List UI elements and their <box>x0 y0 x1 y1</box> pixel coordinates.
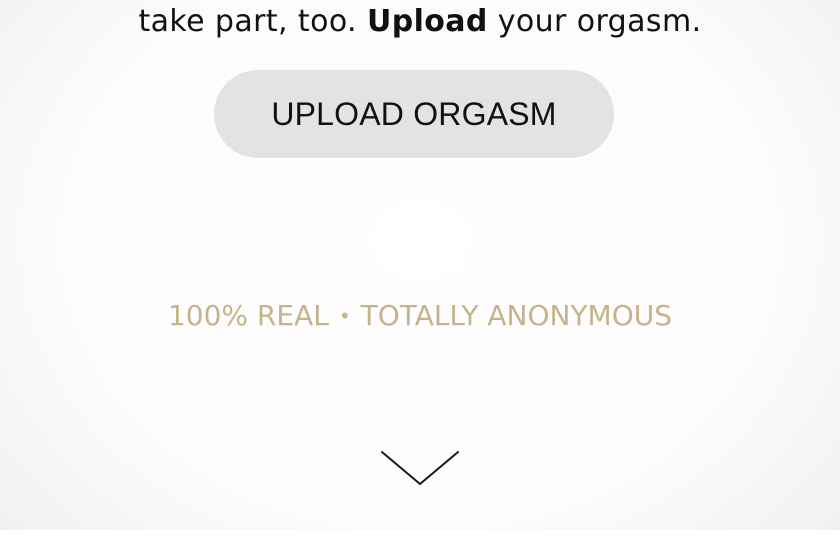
upload-button-label: UPLOAD ORGASM <box>271 95 557 132</box>
chevron-down-icon <box>381 451 459 485</box>
intro-text-before: take part, too. <box>138 4 367 39</box>
tagline-anonymous: TOTALLY ANONYMOUS <box>360 299 673 332</box>
scroll-down-button[interactable] <box>378 446 462 490</box>
bottom-strip <box>0 530 840 560</box>
upload-orgasm-button[interactable]: UPLOAD ORGASM <box>214 70 614 158</box>
tagline: 100% REAL • TOTALLY ANONYMOUS <box>0 294 840 338</box>
page-background: take part, too. Upload your orgasm. UPLO… <box>0 0 840 530</box>
intro-text-emphasis: Upload <box>366 4 488 39</box>
intro-text-after: your orgasm. <box>487 4 702 39</box>
tagline-real: 100% REAL <box>167 299 329 332</box>
tagline-separator: • <box>338 304 351 328</box>
intro-text: take part, too. Upload your orgasm. <box>0 0 840 44</box>
